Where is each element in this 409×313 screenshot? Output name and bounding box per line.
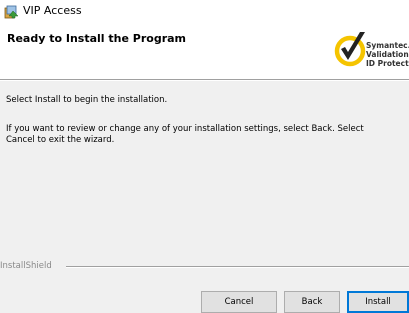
back-button[interactable]: Back bbox=[284, 291, 340, 313]
wizard-footer: InstallShield Cancel Back Install bbox=[0, 261, 409, 313]
details-text: If you want to review or change any of y… bbox=[6, 124, 364, 145]
installshield-label: InstallShield bbox=[0, 261, 52, 271]
wizard-body: Select Install to begin the installation… bbox=[0, 81, 409, 261]
footer-divider bbox=[66, 266, 409, 268]
page-title: Ready to Install the Program bbox=[7, 32, 187, 45]
window-title: VIP Access bbox=[23, 4, 82, 17]
instruction-text: Select Install to begin the installation… bbox=[6, 95, 168, 105]
cancel-button[interactable]: Cancel bbox=[201, 291, 277, 313]
installer-icon bbox=[4, 4, 19, 19]
symantec-logo: Symantec. Validation & ID Protection bbox=[334, 29, 409, 75]
wizard-header: Ready to Install the Program Symantec. V… bbox=[0, 22, 409, 80]
logo-text: Symantec. Validation & ID Protection bbox=[366, 41, 409, 68]
checkmark-logo-icon bbox=[334, 32, 366, 67]
title-bar: VIP Access bbox=[0, 0, 409, 22]
install-button[interactable]: Install bbox=[347, 291, 409, 313]
